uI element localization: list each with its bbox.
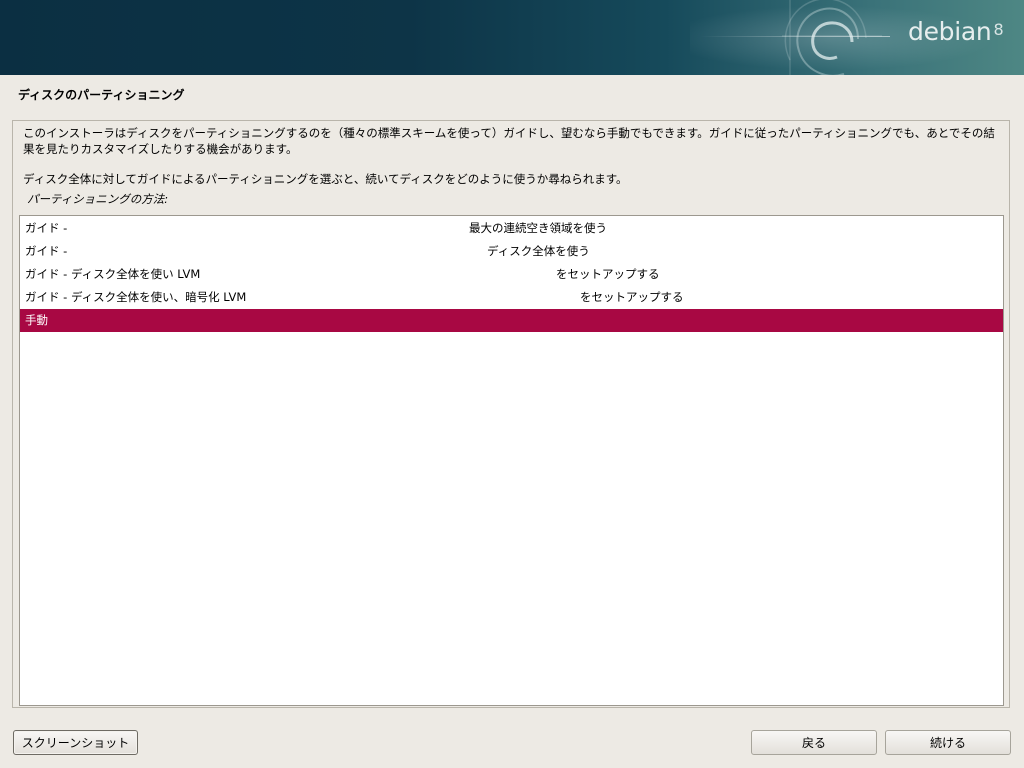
list-item-guided-encrypted-lvm[interactable]: ガイド - ディスク全体を使い、暗号化 LVM をセットアップする: [20, 286, 1003, 309]
description-paragraph-1: このインストーラはディスクをパーティショニングするのを（種々の標準スキームを使っ…: [23, 126, 995, 156]
list-item-detail: をセットアップする: [556, 267, 660, 281]
list-item-detail: 最大の連続空き領域を使う: [469, 221, 607, 235]
list-item-label: ガイド - ディスク全体を使い、暗号化 LVM: [25, 290, 247, 304]
list-item-label: ガイド - ディスク全体を使い LVM: [25, 267, 201, 281]
partition-method-label: パーティショニングの方法:: [27, 192, 169, 206]
description-paragraph-2: ディスク全体に対してガイドによるパーティショニングを選ぶと、続いてディスクをどの…: [23, 172, 628, 186]
list-item-manual[interactable]: 手動: [20, 309, 1003, 332]
debian-logo: debian 8: [908, 17, 1004, 46]
brand-version: 8: [993, 20, 1004, 39]
continue-button[interactable]: 続ける: [885, 730, 1011, 755]
back-button[interactable]: 戻る: [751, 730, 877, 755]
list-item-guided-free-space[interactable]: ガイド - 最大の連続空き領域を使う: [20, 217, 1003, 240]
list-item-label: 手動: [25, 313, 48, 327]
debian-swirl-icon: [782, 0, 882, 75]
list-item-label: ガイド -: [25, 221, 68, 235]
list-item-guided-lvm[interactable]: ガイド - ディスク全体を使い LVM をセットアップする: [20, 263, 1003, 286]
list-item-detail: をセットアップする: [580, 290, 684, 304]
screenshot-button[interactable]: スクリーンショット: [13, 730, 138, 755]
page-title: ディスクのパーティショニング: [18, 88, 185, 102]
header-banner: debian 8: [0, 0, 1024, 75]
brand-name: debian: [908, 17, 992, 46]
list-item-guided-entire-disk[interactable]: ガイド - ディスク全体を使う: [20, 240, 1003, 263]
list-item-label: ガイド -: [25, 244, 68, 258]
partition-method-list[interactable]: ガイド - 最大の連続空き領域を使う ガイド - ディスク全体を使う ガイド -…: [19, 215, 1004, 706]
list-item-detail: ディスク全体を使う: [487, 244, 590, 258]
